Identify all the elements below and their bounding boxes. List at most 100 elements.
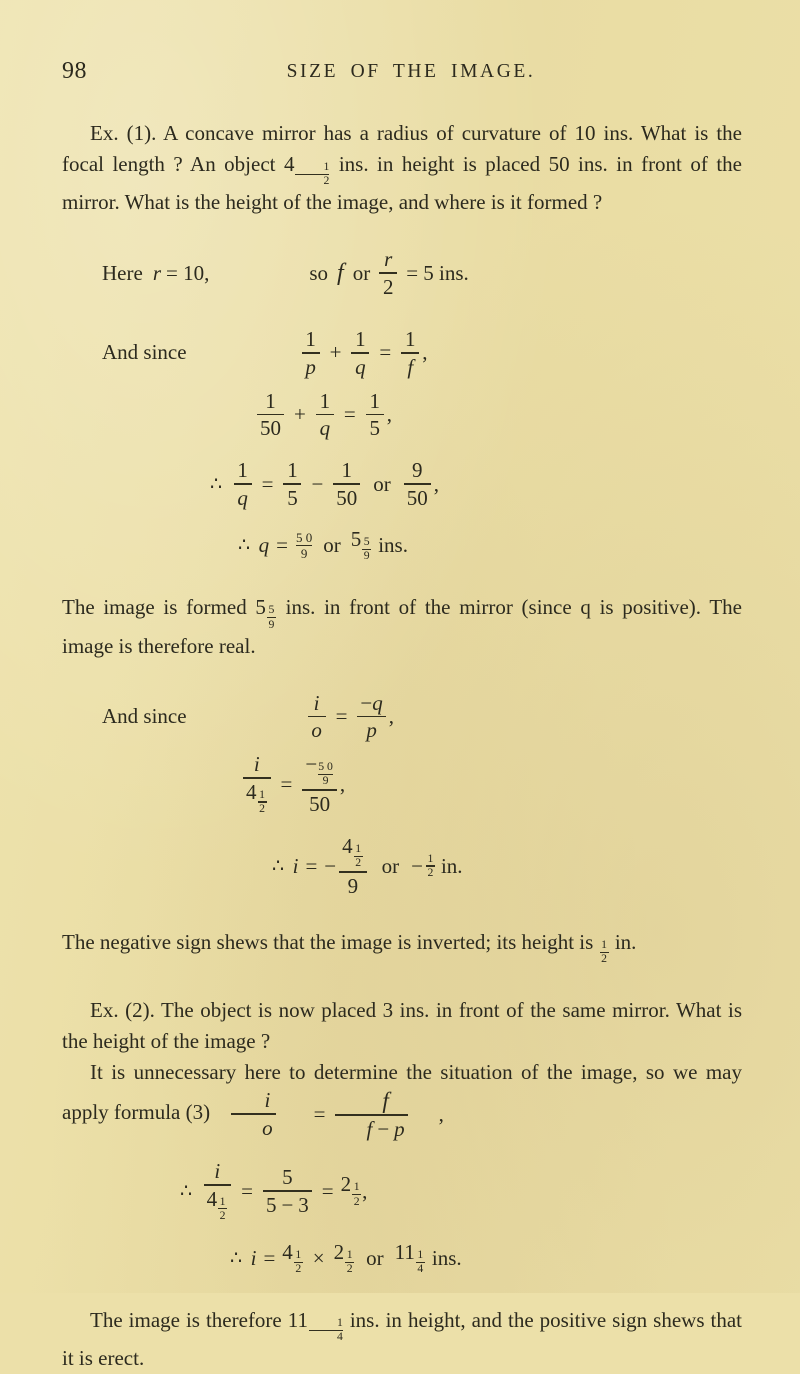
- equals-operator-2: =: [321, 1178, 334, 1203]
- denominator: 2: [219, 1208, 226, 1222]
- negative-sign-paragraph: The negative sign shews that the image i…: [62, 927, 742, 965]
- denominator: 9: [363, 549, 370, 563]
- denominator: 5−3: [263, 1194, 312, 1216]
- fraction-i-over-o: i o: [307, 691, 326, 743]
- denominator: 50: [309, 792, 331, 817]
- fraction-one-quarter: 14: [308, 1316, 343, 1344]
- numerator: 1: [353, 1180, 360, 1194]
- denominator: o: [311, 718, 322, 743]
- minus-sign: −: [305, 752, 318, 777]
- mirror-formula-block: And since 1 p + 1 q = 1 f , 1 50 + 1 q =…: [62, 328, 742, 562]
- or-label: or: [323, 533, 341, 558]
- fraction-1-over-50: 1 50: [257, 390, 284, 439]
- equation-row: q = 5 0 9 or 559 ins.: [259, 529, 408, 562]
- numerator: 5 0: [295, 530, 313, 546]
- equals-operator: =: [261, 471, 274, 496]
- fraction-50-over-9: 5 09: [318, 761, 333, 787]
- closing-run-1: The image is therefore 11: [90, 1308, 308, 1333]
- equals-operator: =: [335, 703, 348, 728]
- denominator: 9: [347, 873, 359, 898]
- fraction-5-over-9: 59: [362, 536, 372, 563]
- example-2-paragraph: Ex. (2). The object is now placed 3 ins.…: [62, 998, 742, 1054]
- object-distance-symbol: q: [372, 690, 383, 715]
- whole-part: 4: [342, 834, 353, 859]
- equation-substitute-values: ∴ i 412 = 5 5−3 = 212 ,: [180, 1160, 742, 1222]
- fraction-i-over-four-and-half: i 412: [243, 753, 271, 815]
- denominator: 2: [601, 952, 607, 966]
- right-term: 3: [298, 1192, 309, 1217]
- fraction-one-half: 12: [425, 852, 435, 879]
- fraction-bar: [262, 1190, 312, 1192]
- denominator: 2: [323, 174, 330, 188]
- therefore-symbol: ∴: [272, 855, 285, 877]
- numerator: 1: [305, 326, 316, 351]
- numerator: 1: [237, 458, 248, 483]
- mixed-number-5-and-5-ninths: 559: [351, 529, 373, 562]
- numerator: f: [382, 1087, 389, 1114]
- radius-symbol: r: [152, 260, 161, 285]
- image-distance-symbol: q: [258, 533, 270, 558]
- so-label: so: [309, 260, 329, 285]
- equation-row: i = 412 × 212 or 11 1 4 ins.: [251, 1239, 462, 1276]
- fraction-one-half: 12: [293, 1249, 303, 1275]
- radius-value: = 10,: [166, 260, 210, 285]
- minus-sign: −: [324, 853, 337, 878]
- whole-part: 11: [394, 1239, 415, 1264]
- numerator: 1: [336, 1316, 343, 1330]
- fraction-one-quarter: 14: [415, 1249, 425, 1275]
- equals-operator: =: [276, 533, 288, 558]
- and-since-magnification-line: And since i o = −q p ,: [102, 690, 742, 743]
- minus-sign-2: −: [411, 853, 423, 878]
- fraction-bar: [403, 483, 431, 485]
- fraction-1-over-q: 1 q: [351, 326, 370, 379]
- fraction-50-over-9: 5 0 9: [295, 530, 313, 560]
- fraction-one-half: 12: [599, 938, 609, 966]
- fraction-bar: [339, 871, 367, 873]
- denominator: 2: [346, 1262, 353, 1276]
- fraction-one-half: 12: [345, 1248, 355, 1276]
- plus-operator: +: [329, 340, 342, 365]
- equation-trailer: ,: [339, 771, 346, 796]
- denominator: q: [355, 354, 366, 379]
- fraction-f-over-f-minus-p: f f − p: [335, 1087, 408, 1140]
- fraction-i-over-four-and-half: i 412: [203, 1160, 232, 1222]
- equation-trailer: ,: [433, 471, 440, 496]
- numerator: 1: [346, 1248, 353, 1262]
- denominator: 5: [287, 485, 298, 510]
- denominator: 4: [336, 1330, 343, 1344]
- mixed-number-two-and-half: 212: [334, 1241, 356, 1276]
- equation-row: 1 50 + 1 q = 1 5 ,: [254, 388, 392, 441]
- denominator: p: [305, 354, 316, 379]
- numerator: 1: [319, 388, 331, 413]
- fraction-1-over-q: 1 q: [315, 388, 334, 439]
- equals-operator: =: [379, 340, 392, 365]
- equation-row: 1 q = 1 5 − 1 50 or 9 50 ,: [231, 459, 439, 509]
- fraction-one-half: 12: [218, 1195, 228, 1222]
- fraction-bar: [233, 483, 252, 485]
- denominator: 5: [369, 416, 380, 441]
- numerator: 1: [355, 326, 366, 351]
- equation-row: i 412 = −5 09 50 ,: [240, 753, 345, 815]
- numerator: 1: [601, 938, 607, 952]
- denominator: 412: [204, 1188, 232, 1222]
- equation-magnification: i o = −q p ,: [305, 690, 395, 743]
- equation-trailer: ,: [422, 340, 428, 365]
- equation-trailer: ,: [388, 703, 395, 728]
- denominator: 2: [382, 274, 394, 299]
- equation-solve-for-q: ∴ 1 q = 1 5 − 1 50 or 9 50 ,: [210, 459, 742, 509]
- denominator: 2: [355, 856, 362, 870]
- denominator: p: [366, 718, 377, 743]
- numerator: 5: [282, 1165, 293, 1190]
- fraction-i-over-o: io: [231, 1089, 276, 1139]
- denominator: 50: [406, 485, 428, 510]
- denominator: 9: [268, 617, 275, 631]
- fraction-bar: [231, 1113, 276, 1115]
